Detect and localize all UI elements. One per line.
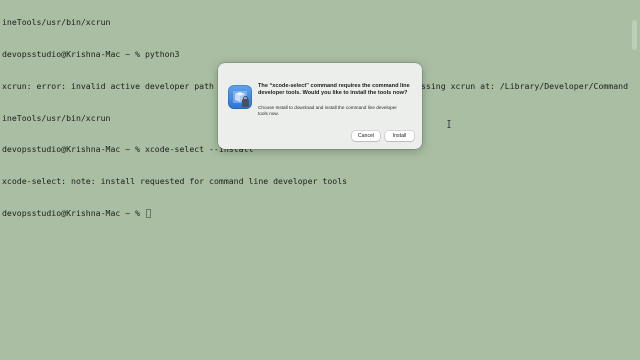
dialog-title: The “xcode-select” command requires the …: [258, 83, 410, 97]
cancel-button[interactable]: Cancel: [352, 131, 380, 141]
terminal-prompt: devopsstudio@Krishna-Mac ~ %: [2, 207, 145, 218]
terminal-line: xcode-select: note: install requested fo…: [2, 176, 348, 187]
install-button[interactable]: Install: [385, 131, 414, 141]
terminal-output[interactable]: ineTools/usr/bin/xcrun devopsstudio@Kris…: [0, 0, 628, 360]
terminal-line: devopsstudio@Krishna-Mac ~ % python3: [2, 48, 180, 59]
ibeam-cursor-icon: [447, 120, 451, 128]
install-tools-dialog: The “xcode-select” command requires the …: [218, 63, 422, 149]
terminal-line: ineTools/usr/bin/xcrun: [2, 17, 111, 28]
text-cursor: [145, 208, 151, 218]
dialog-message: Choose Install to download and install t…: [258, 105, 397, 117]
scrollbar-thumb[interactable]: [632, 20, 637, 50]
vertical-scrollbar[interactable]: [630, 0, 638, 360]
terminal-prompt-line[interactable]: devopsstudio@Krishna-Mac ~ %: [2, 208, 628, 219]
installer-app-icon: [228, 85, 252, 109]
